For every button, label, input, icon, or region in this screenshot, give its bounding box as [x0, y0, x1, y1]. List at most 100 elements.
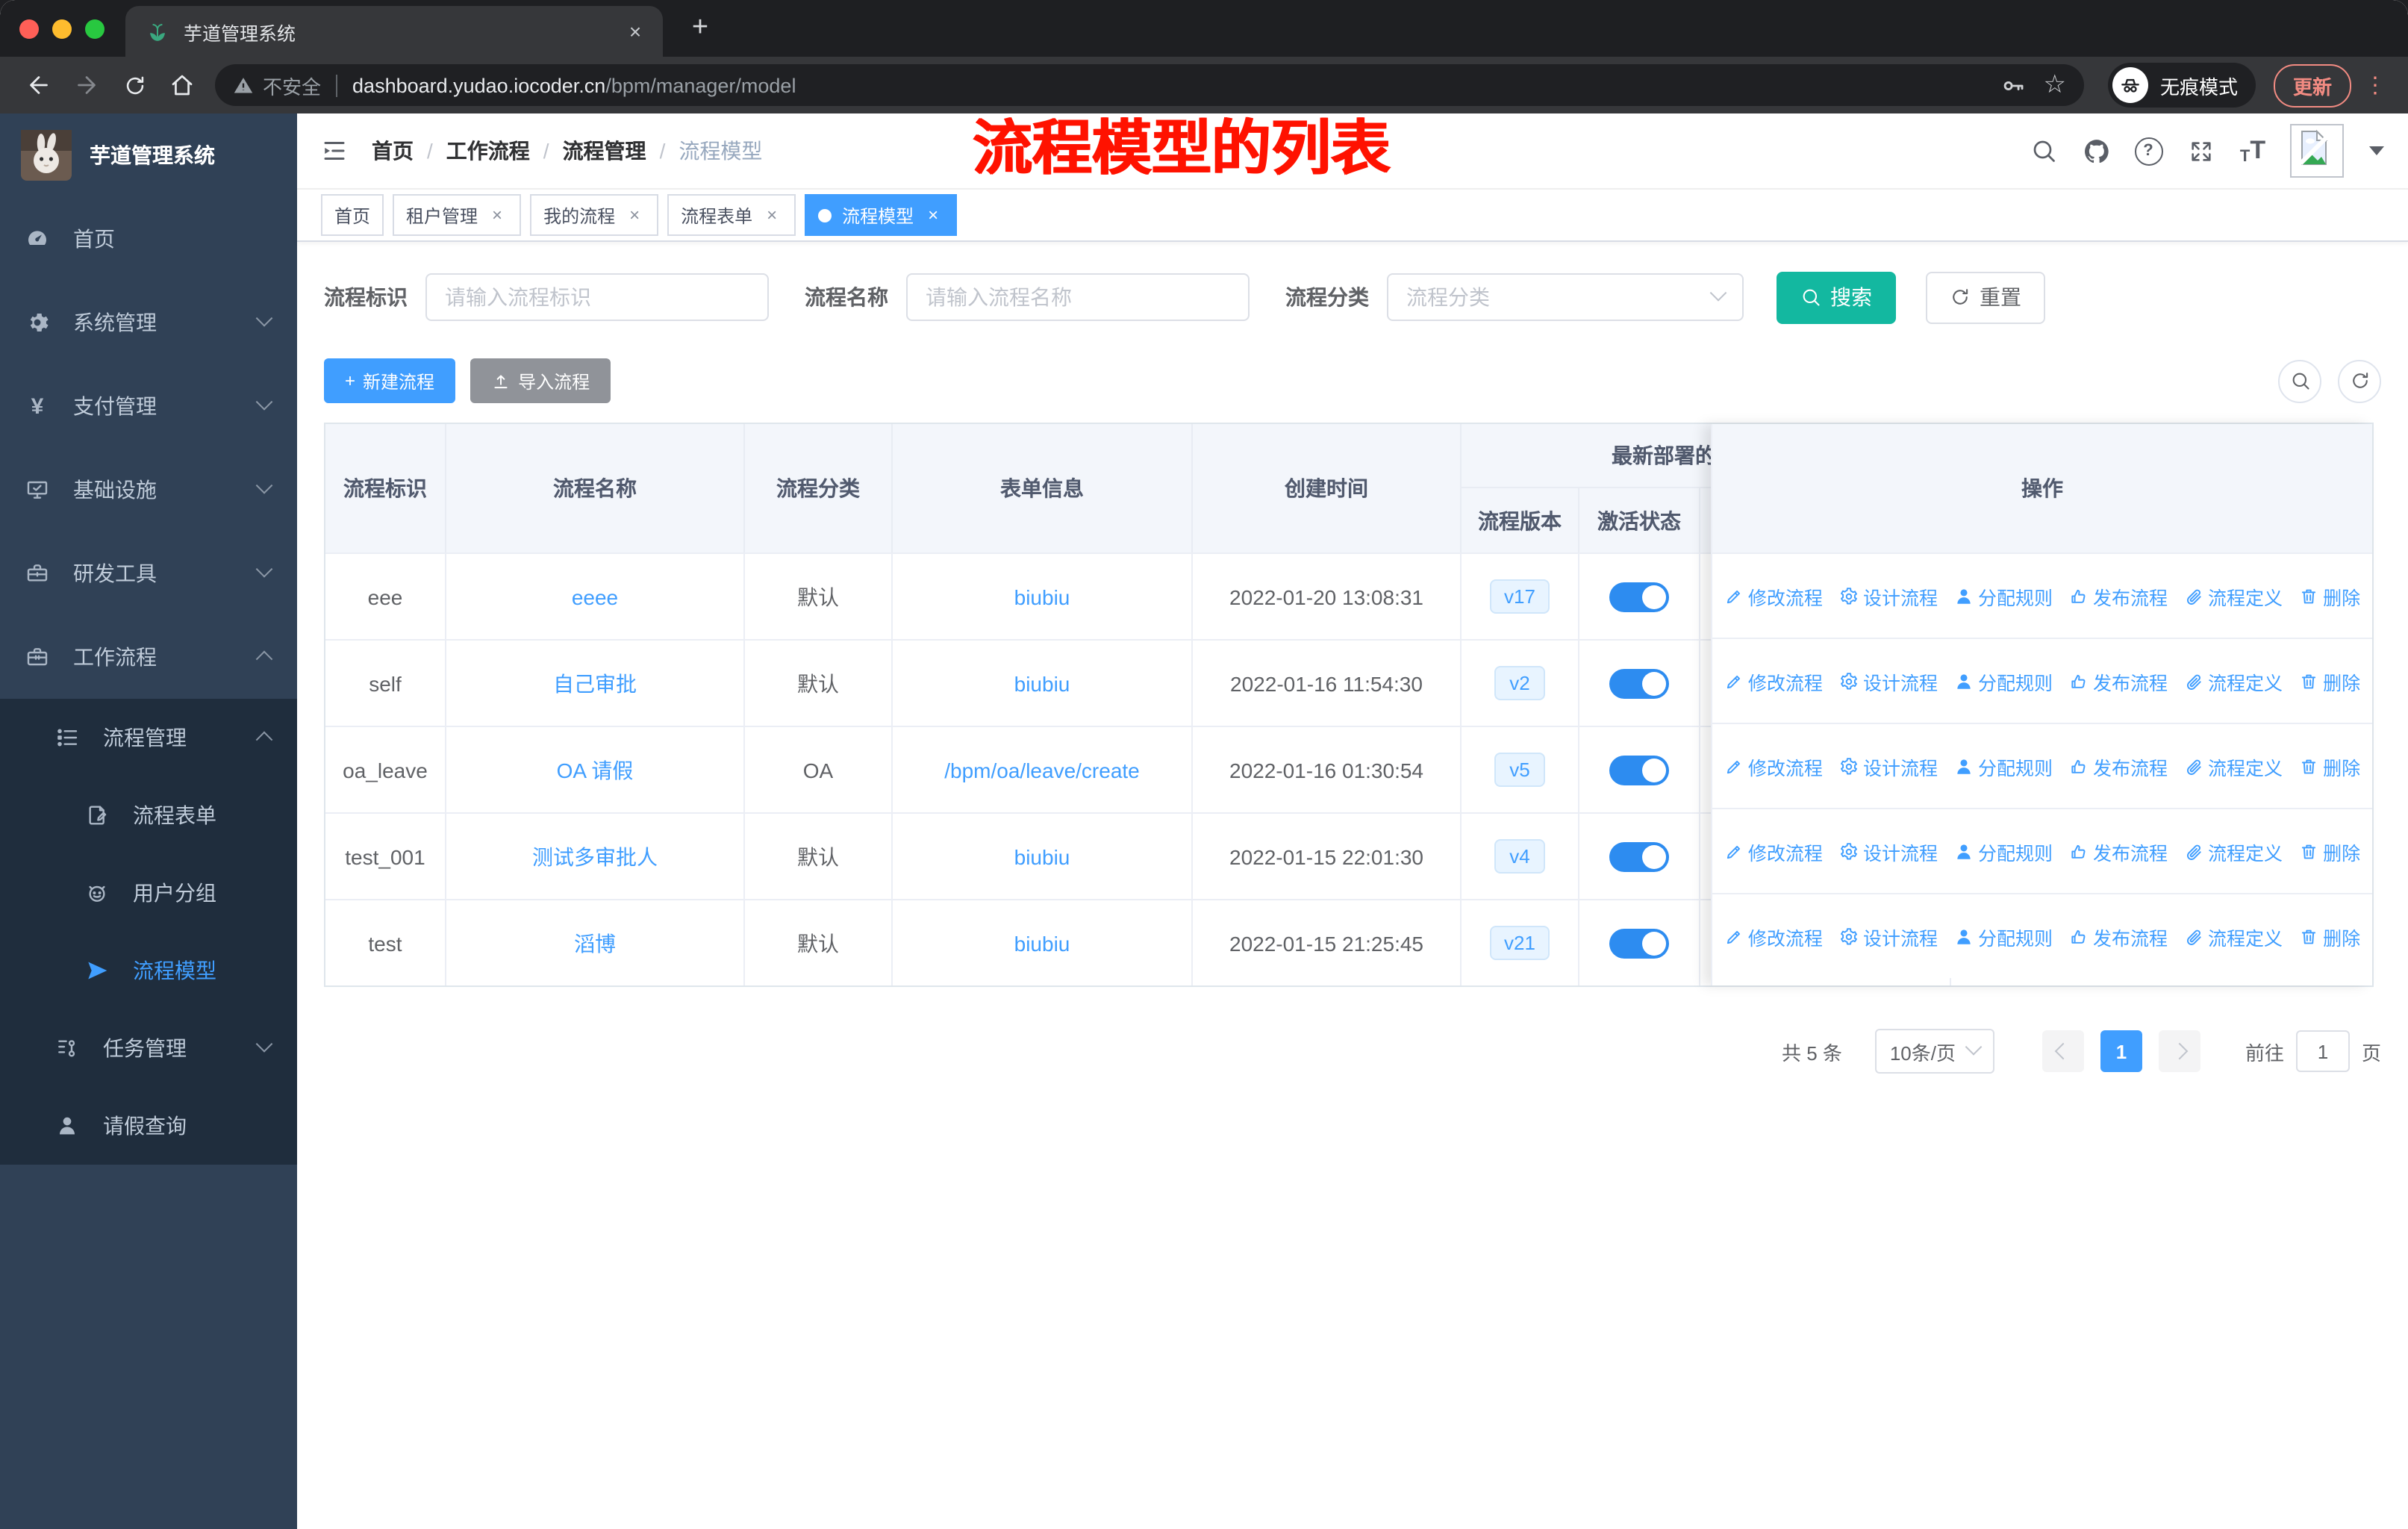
edit-process-link[interactable]: 修改流程: [1724, 582, 1823, 610]
address-bar[interactable]: 不安全 dashboard.yudao.iocoder.cn/bpm/manag…: [215, 64, 2084, 106]
help-icon[interactable]: ?: [2133, 136, 2163, 166]
publish-process-link[interactable]: 发布流程: [2069, 667, 2168, 695]
assign-process-link[interactable]: 分配规则: [1954, 667, 2053, 695]
publish-process-link[interactable]: 发布流程: [2069, 922, 2168, 950]
process-name-link[interactable]: eeee: [572, 585, 618, 608]
active-switch[interactable]: [1609, 755, 1669, 785]
version-tag[interactable]: v4: [1494, 839, 1545, 874]
create-process-button[interactable]: + 新建流程: [324, 358, 456, 403]
sidebar-item-流程模型[interactable]: 流程模型: [0, 932, 297, 1009]
minimize-window-button[interactable]: [52, 19, 72, 38]
home-icon[interactable]: [163, 66, 202, 105]
delete-process-link[interactable]: 删除: [2299, 752, 2360, 780]
import-process-button[interactable]: 导入流程: [470, 358, 611, 403]
process-name-link[interactable]: 自己审批: [553, 668, 637, 698]
page-size-select[interactable]: 10条/页: [1874, 1029, 1994, 1074]
tab-close-icon[interactable]: ×: [487, 205, 508, 225]
form-info-link[interactable]: biubiu: [1014, 671, 1070, 695]
edit-process-link[interactable]: 修改流程: [1724, 667, 1823, 695]
goto-page-input[interactable]: [2295, 1030, 2350, 1072]
publish-process-link[interactable]: 发布流程: [2069, 837, 2168, 865]
tab-close-icon[interactable]: ×: [623, 19, 648, 44]
tab-首页[interactable]: 首页: [321, 194, 384, 236]
forward-icon[interactable]: [67, 66, 106, 105]
edit-process-link[interactable]: 修改流程: [1724, 752, 1823, 780]
tab-流程表单[interactable]: 流程表单 ×: [667, 194, 796, 236]
sidebar-item-流程表单[interactable]: 流程表单: [0, 776, 297, 854]
breadcrumb-item-1[interactable]: 首页: [372, 136, 414, 166]
process-name-link[interactable]: 测试多审批人: [532, 841, 658, 871]
assign-process-link[interactable]: 分配规则: [1954, 582, 2053, 610]
active-switch[interactable]: [1609, 668, 1669, 698]
version-tag[interactable]: v21: [1489, 926, 1550, 960]
sidebar-item-首页[interactable]: 首页: [0, 197, 297, 281]
delete-process-link[interactable]: 删除: [2299, 582, 2360, 610]
breadcrumb-item-2[interactable]: 工作流程: [446, 136, 530, 166]
close-window-button[interactable]: [19, 19, 39, 38]
delete-process-link[interactable]: 删除: [2299, 922, 2360, 950]
form-info-link[interactable]: biubiu: [1014, 844, 1070, 868]
next-page-button[interactable]: [2158, 1030, 2200, 1072]
design-process-link[interactable]: 设计流程: [1839, 837, 1938, 865]
publish-process-link[interactable]: 发布流程: [2069, 752, 2168, 780]
publish-process-link[interactable]: 发布流程: [2069, 582, 2168, 610]
tab-close-icon[interactable]: ×: [923, 205, 943, 225]
active-switch[interactable]: [1609, 841, 1669, 871]
form-info-link[interactable]: /bpm/oa/leave/create: [944, 758, 1140, 782]
delete-process-link[interactable]: 删除: [2299, 667, 2360, 695]
definition-process-link[interactable]: 流程定义: [2184, 752, 2283, 780]
reset-button[interactable]: 重置: [1926, 271, 2045, 323]
current-page-button[interactable]: 1: [2100, 1030, 2142, 1072]
toggle-search-button[interactable]: [2278, 359, 2321, 402]
browser-tab[interactable]: 芋道管理系统 ×: [125, 6, 663, 57]
tab-我的流程[interactable]: 我的流程 ×: [530, 194, 659, 236]
sidebar-item-工作流程[interactable]: 工作流程: [0, 615, 297, 699]
browser-menu-icon[interactable]: ⋮: [2363, 72, 2387, 99]
sidebar-item-请假查询[interactable]: 请假查询: [0, 1087, 297, 1165]
form-info-link[interactable]: biubiu: [1014, 585, 1070, 608]
version-tag[interactable]: v17: [1489, 579, 1550, 614]
definition-process-link[interactable]: 流程定义: [2184, 922, 2283, 950]
edit-process-link[interactable]: 修改流程: [1724, 922, 1823, 950]
assign-process-link[interactable]: 分配规则: [1954, 752, 2053, 780]
zoom-window-button[interactable]: [85, 19, 105, 38]
tab-close-icon[interactable]: ×: [624, 205, 645, 225]
sidebar-item-基础设施[interactable]: 基础设施: [0, 448, 297, 532]
prev-page-button[interactable]: [2042, 1030, 2084, 1072]
design-process-link[interactable]: 设计流程: [1839, 667, 1938, 695]
reload-icon[interactable]: [115, 66, 154, 105]
tab-close-icon[interactable]: ×: [761, 205, 782, 225]
sidebar-item-流程管理[interactable]: 流程管理: [0, 699, 297, 776]
active-switch[interactable]: [1609, 582, 1669, 611]
font-size-icon[interactable]: TT: [2238, 136, 2268, 166]
design-process-link[interactable]: 设计流程: [1839, 752, 1938, 780]
search-button[interactable]: 搜索: [1777, 271, 1896, 323]
form-info-link[interactable]: biubiu: [1014, 931, 1070, 955]
search-icon[interactable]: [2029, 136, 2059, 166]
avatar-caret-icon[interactable]: [2369, 146, 2384, 155]
sidebar-logo[interactable]: 芋道管理系统: [0, 113, 297, 197]
edit-process-link[interactable]: 修改流程: [1724, 837, 1823, 865]
github-icon[interactable]: [2081, 136, 2111, 166]
bookmark-star-icon[interactable]: ☆: [2043, 70, 2066, 100]
assign-process-link[interactable]: 分配规则: [1954, 922, 2053, 950]
process-name-link[interactable]: OA 请假: [557, 755, 634, 785]
back-icon[interactable]: [19, 66, 58, 105]
new-tab-button[interactable]: +: [681, 9, 720, 48]
assign-process-link[interactable]: 分配规则: [1954, 837, 2053, 865]
breadcrumb-item-3[interactable]: 流程管理: [563, 136, 646, 166]
user-avatar[interactable]: [2290, 124, 2344, 178]
sidebar-item-系统管理[interactable]: 系统管理: [0, 281, 297, 364]
not-secure-label[interactable]: 不安全: [263, 71, 321, 99]
sidebar-item-支付管理[interactable]: ¥ 支付管理: [0, 364, 297, 448]
definition-process-link[interactable]: 流程定义: [2184, 667, 2283, 695]
version-tag[interactable]: v2: [1494, 666, 1545, 700]
collapse-sidebar-icon[interactable]: [321, 137, 348, 164]
fullscreen-icon[interactable]: [2186, 136, 2215, 166]
process-name-link[interactable]: 滔博: [574, 928, 616, 958]
refresh-table-button[interactable]: [2338, 359, 2381, 402]
sidebar-item-研发工具[interactable]: 研发工具: [0, 532, 297, 615]
sidebar-item-任务管理[interactable]: 任务管理: [0, 1009, 297, 1087]
tab-租户管理[interactable]: 租户管理 ×: [393, 194, 522, 236]
process-name-input[interactable]: [906, 273, 1250, 321]
